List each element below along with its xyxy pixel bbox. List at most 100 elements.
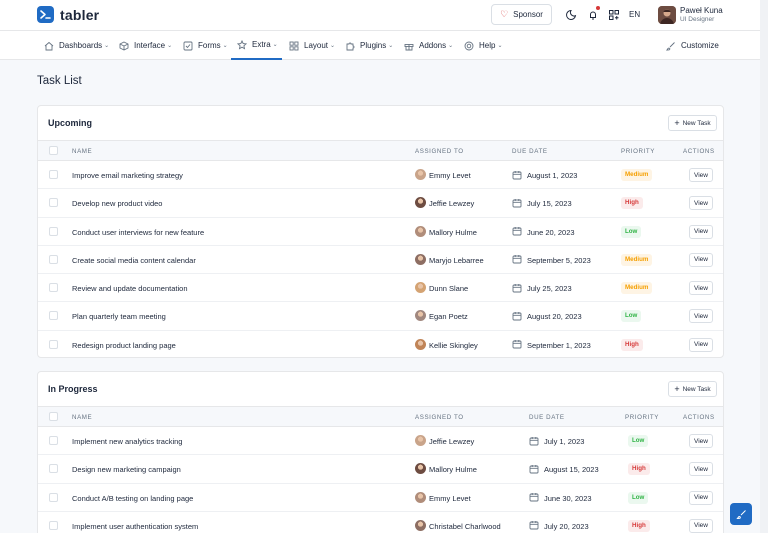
row-checkbox[interactable] [49, 520, 58, 530]
nav-label: Plugins [360, 41, 387, 50]
column-header-name[interactable]: NAME [72, 414, 92, 421]
calendar-icon [512, 170, 522, 179]
row-checkbox[interactable] [49, 311, 58, 321]
row-checkbox[interactable] [49, 254, 58, 264]
upcoming-card: Upcoming + New Task NAME ASSIGNED TO DUE … [37, 105, 724, 358]
column-header-assigned[interactable]: ASSIGNED TO [415, 148, 464, 155]
select-all-checkbox[interactable] [49, 412, 58, 421]
card-header: In Progress + New Task [38, 372, 723, 407]
theme-settings-button[interactable] [730, 503, 752, 525]
chevron-down-icon: ⌄ [104, 43, 110, 49]
due-date: June 30, 2023 [544, 493, 592, 503]
priority-badge: High [621, 197, 643, 210]
sponsor-button[interactable]: ♡ Sponsor [491, 4, 552, 25]
bell-icon[interactable] [587, 9, 599, 21]
brand-logo[interactable]: tabler [37, 6, 99, 23]
column-header-assigned[interactable]: ASSIGNED TO [415, 414, 464, 421]
table-row[interactable]: Conduct A/B testing on landing page Emmy … [38, 484, 723, 512]
view-button[interactable]: View [689, 252, 713, 267]
nav-extra[interactable]: Extra ⌄ [231, 31, 282, 60]
task-name: Create social media content calendar [72, 255, 196, 265]
column-header-priority[interactable]: PRIORITY [621, 148, 655, 155]
view-button[interactable]: View [689, 518, 713, 533]
view-button[interactable]: View [689, 462, 713, 477]
task-name: Develop new product video [72, 199, 163, 209]
user-name[interactable]: Paweł Kuna [680, 6, 723, 15]
scrollbar[interactable] [760, 0, 768, 533]
table-row[interactable]: Review and update documentation Dunn Slan… [38, 274, 723, 303]
select-all-checkbox[interactable] [49, 146, 58, 155]
nav-interface[interactable]: Interface ⌄ [119, 31, 172, 60]
column-header-name[interactable]: NAME [72, 148, 92, 155]
row-checkbox[interactable] [49, 283, 58, 293]
table-row[interactable]: Plan quarterly team meeting Egan Poetz Aug… [38, 302, 723, 331]
apps-icon[interactable] [608, 9, 620, 21]
calendar-icon [529, 436, 539, 445]
row-checkbox[interactable] [49, 492, 58, 502]
brush-icon [735, 509, 746, 519]
row-checkbox[interactable] [49, 436, 58, 445]
row-checkbox[interactable] [49, 464, 58, 474]
view-button[interactable]: View [689, 309, 713, 324]
due-date: August 15, 2023 [544, 465, 599, 475]
nav-dashboards[interactable]: Dashboards ⌄ [44, 31, 109, 60]
priority-badge: Medium [621, 169, 653, 181]
column-header-priority[interactable]: PRIORITY [625, 414, 659, 421]
table-row[interactable]: Develop new product video Jeffie Lewzey Ju… [38, 189, 723, 218]
top-header: tabler ♡ Sponsor EN Paweł Kuna UI Design… [0, 0, 760, 31]
due-date: September 1, 2023 [527, 340, 591, 350]
table-row[interactable]: Improve email marketing strategy Emmy Lev… [38, 161, 723, 190]
card-title: In Progress [48, 384, 98, 394]
table-header: NAME ASSIGNED TO DUE DATE PRIORITY ACTIO… [38, 141, 723, 161]
chevron-down-icon: ⌄ [167, 43, 173, 49]
priority-badge: Low [628, 435, 649, 447]
calendar-icon [512, 283, 522, 293]
view-button[interactable]: View [689, 224, 713, 239]
language-selector[interactable]: EN [629, 10, 640, 19]
avatar [415, 197, 426, 209]
moon-icon[interactable] [565, 9, 577, 21]
brush-icon [666, 41, 675, 50]
table-row[interactable]: Implement user authentication system Chri… [38, 512, 723, 533]
column-header-due-date[interactable]: DUE DATE [529, 414, 565, 421]
view-button[interactable]: View [689, 490, 713, 505]
new-task-button[interactable]: + New Task [668, 381, 717, 397]
view-button[interactable]: View [689, 168, 713, 182]
page-title: Task List [37, 75, 82, 87]
task-name: Conduct user interviews for new feature [72, 227, 205, 237]
nav-plugins[interactable]: Plugins ⌄ [345, 31, 393, 60]
new-task-button[interactable]: + New Task [668, 115, 717, 131]
customize-button[interactable]: Customize [666, 31, 719, 60]
nav-label: Help [479, 41, 496, 50]
avatar[interactable] [658, 6, 676, 24]
view-button[interactable]: View [689, 337, 713, 352]
avatar [415, 310, 426, 322]
table-row[interactable]: Redesign product landing page Kellie Skin… [38, 331, 723, 357]
due-date: July 20, 2023 [544, 521, 589, 531]
table-row[interactable]: Conduct user interviews for new feature M… [38, 218, 723, 246]
row-checkbox[interactable] [49, 170, 58, 179]
table-row[interactable]: Implement new analytics tracking Jeffie L… [38, 427, 723, 456]
chevron-down-icon: ⌄ [330, 43, 336, 49]
calendar-icon [512, 227, 522, 236]
task-name: Improve email marketing strategy [72, 171, 183, 180]
home-icon [44, 41, 54, 50]
row-checkbox[interactable] [49, 226, 58, 236]
priority-badge: Low [628, 491, 649, 504]
nav-addons[interactable]: Addons ⌄ [404, 31, 453, 60]
view-button[interactable]: View [689, 196, 713, 211]
view-button[interactable]: View [689, 434, 713, 448]
table-row[interactable]: Create social media content calendar Mary… [38, 246, 723, 275]
table-row[interactable]: Design new marketing campaign Mallory Hul… [38, 455, 723, 484]
avatar [415, 253, 426, 265]
nav-layout[interactable]: Layout ⌄ [289, 31, 335, 60]
row-checkbox[interactable] [49, 339, 58, 349]
nav-help[interactable]: Help ⌄ [464, 31, 502, 60]
chevron-down-icon: ⌄ [497, 43, 503, 49]
nav-label: Extra [252, 40, 271, 49]
view-button[interactable]: View [689, 281, 713, 296]
nav-forms[interactable]: Forms ⌄ [183, 31, 228, 60]
column-header-due-date[interactable]: DUE DATE [512, 148, 548, 155]
due-date: August 20, 2023 [527, 312, 582, 322]
row-checkbox[interactable] [49, 198, 58, 208]
